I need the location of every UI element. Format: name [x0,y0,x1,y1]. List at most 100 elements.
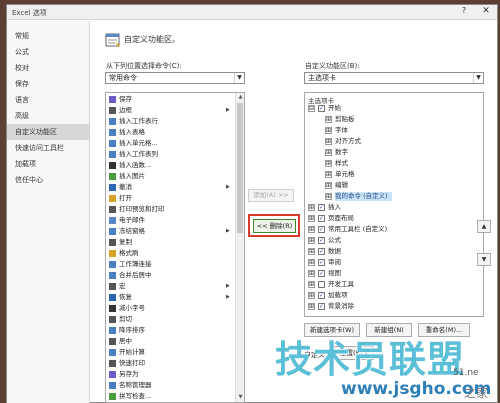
sidebar-item-general[interactable]: 常规 [7,28,90,44]
choose-commands-select[interactable]: 常用命令 ▼ [105,72,245,84]
tab-checkbox[interactable]: ✓ [318,215,325,222]
sidebar-item-quick-access-toolbar[interactable]: 快速访问工具栏 [7,140,90,156]
ribbon-group-item[interactable]: ⊞ 我的命令 (自定义) [305,192,483,201]
customize-ribbon-select[interactable]: 主选项卡 ▼ [304,72,484,84]
sidebar-item-save[interactable]: 保存 [7,76,90,92]
command-item[interactable]: 居中 [106,337,236,346]
command-item[interactable]: 名称管理器 [106,381,236,390]
add-button[interactable]: 添加(A) >> [248,189,294,202]
commands-list-scrollbar[interactable]: ▲ ▼ [235,93,244,402]
ribbon-tab-item[interactable]: ⊞ ✓ 页面布局 [305,214,483,223]
command-item[interactable]: 另存为 [106,370,236,379]
expand-icon[interactable]: ⊞ [308,248,315,255]
command-item[interactable]: 合并后居中 [106,271,236,280]
command-item[interactable]: 宏 ▶ [106,282,236,291]
move-up-button[interactable]: ▲ [477,220,491,233]
expand-icon[interactable]: ⊞ [308,215,315,222]
command-item[interactable]: 降序排序 [106,326,236,335]
ribbon-tab-item[interactable]: ⊞ ✓ 公式 [305,236,483,245]
expand-icon[interactable]: ⊞ [325,160,332,167]
tab-checkbox[interactable]: ✓ [318,259,325,266]
command-item[interactable]: 打开 [106,194,236,203]
ribbon-group-item[interactable]: ⊞ 字体 [305,126,483,135]
ribbon-tab-item[interactable]: ⊞ ✓ 审阅 [305,258,483,267]
command-item[interactable]: 恢复 ▶ [106,293,236,302]
expand-icon[interactable]: ⊞ [308,237,315,244]
command-item[interactable]: 插入工作表行 [106,117,236,126]
command-item[interactable]: 边框 ▶ [106,106,236,115]
expand-icon[interactable]: ⊞ [325,171,332,178]
sidebar-item-language[interactable]: 语言 [7,92,90,108]
ribbon-tab-item[interactable]: ⊞ ✓ 加载项 [305,291,483,300]
tab-checkbox[interactable]: ✓ [318,226,325,233]
ribbon-tab-item[interactable]: ⊞ ✓ 背景消除 [305,302,483,311]
help-button[interactable]: ? [457,6,471,18]
remove-button[interactable]: << 删除(R) [253,219,296,233]
expand-icon[interactable]: ⊞ [325,116,332,123]
command-item[interactable]: 插入单元格... [106,139,236,148]
sidebar-item-formulas[interactable]: 公式 [7,44,90,60]
tab-checkbox[interactable]: ✓ [318,105,325,112]
command-item[interactable]: 冻结窗格 ▶ [106,227,236,236]
scroll-up-icon[interactable]: ▲ [236,93,244,102]
ribbon-tree[interactable]: 主选项卡 ⊟ ✓ 开始 ⊞ 剪贴板 ⊞ 字体 ⊞ 对齐方式 ⊞ 数字 ⊞ 样式 ⊞ 单元格 ⊞ 编辑 ⊞ 我的命令 … [304,92,484,317]
expand-icon[interactable]: ⊞ [325,193,332,200]
tab-checkbox[interactable]: ✓ [318,292,325,299]
scroll-thumb[interactable] [237,103,243,233]
ribbon-tab-item[interactable]: ⊞ 开发工具 [305,280,483,289]
tab-checkbox[interactable]: ✓ [318,204,325,211]
ribbon-tab-item[interactable]: ⊟ ✓ 开始 [305,104,483,113]
tab-checkbox[interactable] [318,281,325,288]
ribbon-group-item[interactable]: ⊞ 剪贴板 [305,115,483,124]
ribbon-group-item[interactable]: ⊞ 对齐方式 [305,137,483,146]
command-item[interactable]: 复制 [106,238,236,247]
sidebar-item-proofing[interactable]: 校对 [7,60,90,76]
command-item[interactable]: 剪切 [106,315,236,324]
command-item[interactable]: 插入工作表列 [106,150,236,159]
command-item[interactable]: 插入函数... [106,161,236,170]
expand-icon[interactable]: ⊞ [308,303,315,310]
command-item[interactable]: 插入表格 [106,128,236,137]
expand-icon[interactable]: ⊞ [308,292,315,299]
ribbon-group-item[interactable]: ⊞ 样式 [305,159,483,168]
expand-icon[interactable]: ⊞ [308,281,315,288]
command-item[interactable]: 开始计算 [106,348,236,357]
expand-icon[interactable]: ⊞ [325,182,332,189]
command-item[interactable]: 电子邮件 [106,216,236,225]
command-item[interactable]: 打印预览和打印 [106,205,236,214]
scroll-down-icon[interactable]: ▼ [236,393,244,402]
tab-checkbox[interactable]: ✓ [318,303,325,310]
command-item[interactable]: 撤消 ▶ [106,183,236,192]
close-button[interactable]: ✕ [479,6,493,18]
expand-icon[interactable]: ⊞ [308,270,315,277]
tab-checkbox[interactable]: ✓ [318,270,325,277]
expand-icon[interactable]: ⊞ [325,138,332,145]
ribbon-group-item[interactable]: ⊞ 编辑 [305,181,483,190]
command-item[interactable]: 拼写检查... [106,392,236,401]
expand-icon[interactable]: ⊞ [308,226,315,233]
sidebar-item-advanced[interactable]: 高级 [7,108,90,124]
expand-icon[interactable]: ⊞ [325,149,332,156]
command-item[interactable]: 插入图片 [106,172,236,181]
ribbon-tab-item[interactable]: ⊞ ✓ 视图 [305,269,483,278]
collapse-icon[interactable]: ⊟ [308,105,315,112]
ribbon-group-item[interactable]: ⊞ 数字 [305,148,483,157]
expand-icon[interactable]: ⊞ [308,204,315,211]
move-down-button[interactable]: ▼ [477,253,491,266]
command-item[interactable]: 减小字号 [106,304,236,313]
sidebar-item-add-ins[interactable]: 加载项 [7,156,90,172]
tab-checkbox[interactable]: ✓ [318,248,325,255]
command-item[interactable]: 保存 [106,95,236,104]
command-item[interactable]: 快速打印 [106,359,236,368]
sidebar-item-trust-center[interactable]: 信任中心 [7,172,90,188]
ribbon-tab-item[interactable]: ⊞ ✓ 常用工具栏 (自定义) [305,225,483,234]
command-item[interactable]: 工作簿连接 [106,260,236,269]
commands-list[interactable]: ▲ ▼ 保存边框 ▶ 插入工作表行 插入表格插入单元格... 插入工作表列 插入函数...… [105,92,245,403]
tab-checkbox[interactable]: ✓ [318,237,325,244]
ribbon-tab-item[interactable]: ⊞ ✓ 插入 [305,203,483,212]
sidebar-item-customize-ribbon[interactable]: 自定义功能区 [7,124,90,140]
expand-icon[interactable]: ⊞ [308,259,315,266]
expand-icon[interactable]: ⊞ [325,127,332,134]
ribbon-tab-item[interactable]: ⊞ ✓ 数据 [305,247,483,256]
ribbon-group-item[interactable]: ⊞ 单元格 [305,170,483,179]
